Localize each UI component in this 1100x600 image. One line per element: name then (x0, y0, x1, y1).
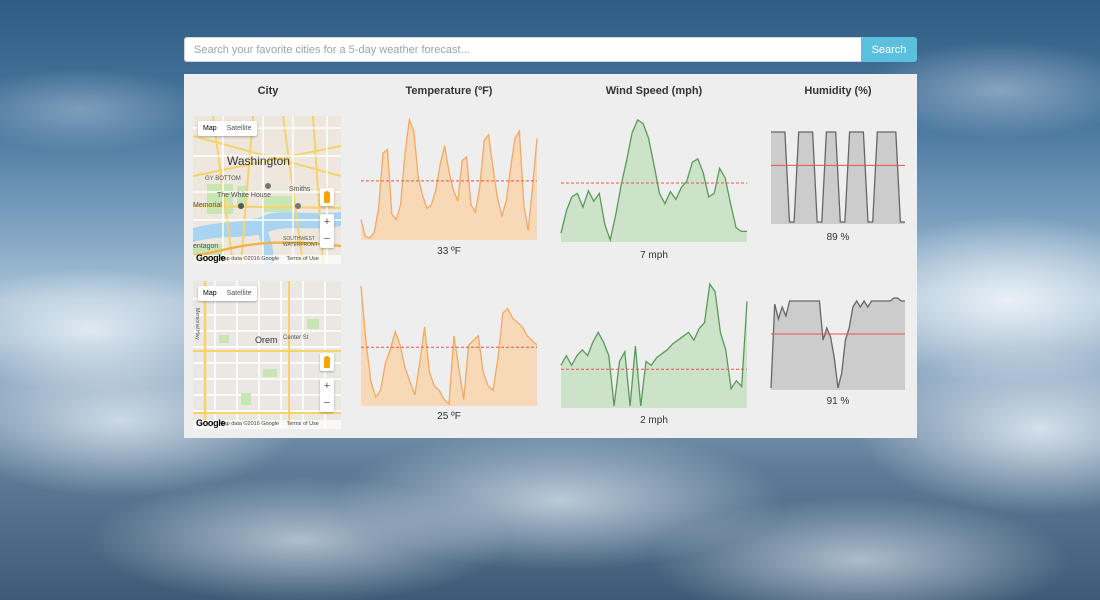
zoom-in-button[interactable]: + (320, 214, 334, 231)
sparkline-area (561, 284, 747, 408)
search-bar: Search (184, 37, 917, 62)
pegman-icon[interactable] (320, 188, 334, 206)
map-label: Memorial (193, 202, 222, 209)
zoom-out-button[interactable]: − (320, 231, 334, 248)
map-data-credit: Map data ©2016 Google (219, 421, 280, 427)
temperature-sparkline (360, 285, 538, 406)
map-terms-link[interactable]: Terms of Use (286, 421, 318, 427)
sparkline-area (771, 298, 905, 390)
humidity-sparkline (771, 131, 905, 224)
map-label: The White House (217, 192, 272, 199)
column-header-humidity: Humidity (%) (804, 85, 872, 97)
sparkline-area (361, 286, 537, 406)
search-button[interactable]: Search (861, 37, 917, 62)
forecast-panel: City Temperature (ºF) Wind Speed (mph) H… (184, 74, 917, 438)
search-input[interactable] (184, 37, 861, 62)
column-header-city: City (257, 85, 279, 97)
zoom-control: + − (320, 214, 334, 248)
zoom-in-button[interactable]: + (320, 378, 334, 395)
map-label: Center St (283, 335, 309, 341)
map-roads (193, 281, 341, 429)
column-header-temperature: Temperature (ºF) (405, 85, 493, 97)
google-logo: Google (196, 418, 226, 428)
sparkline-area (561, 120, 747, 242)
column-header-wind: Wind Speed (mph) (605, 85, 703, 97)
map-type-satellite[interactable]: Satellite (222, 121, 257, 136)
humidity-sparkline (770, 297, 905, 390)
map-type-control: Map Satellite (198, 121, 257, 136)
wind-sparkline (560, 119, 747, 242)
map-type-control: Map Satellite (198, 286, 257, 301)
sparkline-area (361, 120, 537, 240)
humidity-value: 89 % (826, 232, 850, 243)
wind-value: 7 mph (640, 250, 668, 261)
wind-sparkline (560, 282, 748, 408)
temperature-value: 25 ºF (437, 411, 461, 422)
pegman-icon[interactable] (320, 353, 334, 371)
map-type-map[interactable]: Map (198, 286, 222, 301)
temperature-sparkline (360, 118, 538, 240)
map-city-label: Orem (255, 335, 278, 345)
map-type-satellite[interactable]: Satellite (222, 286, 257, 301)
map-data-credit: Map data ©2016 Google (219, 256, 280, 262)
zoom-out-button[interactable]: − (320, 395, 334, 412)
map-label: entagon (193, 243, 219, 250)
temperature-value: 33 ºF (437, 246, 461, 257)
wind-value: 2 mph (640, 415, 668, 426)
zoom-control: + − (320, 378, 334, 412)
map-type-map[interactable]: Map (198, 121, 222, 136)
city-map[interactable]: Map Satellite Memorial Hwy Orem Center S… (193, 281, 341, 429)
map-roads (193, 116, 341, 264)
humidity-value: 91 % (826, 396, 850, 407)
map-label: GY BOTTOM (205, 176, 241, 182)
map-terms-link[interactable]: Terms of Use (286, 256, 318, 262)
city-map[interactable]: Map Satellite Washington GY BOTTOM The W… (193, 116, 341, 264)
map-label: Smiths (289, 186, 311, 193)
map-label: WATERFRONT (283, 242, 318, 248)
map-label: Memorial Hwy (193, 308, 200, 340)
google-logo: Google (196, 253, 226, 263)
map-city-label: Washington (227, 154, 290, 168)
